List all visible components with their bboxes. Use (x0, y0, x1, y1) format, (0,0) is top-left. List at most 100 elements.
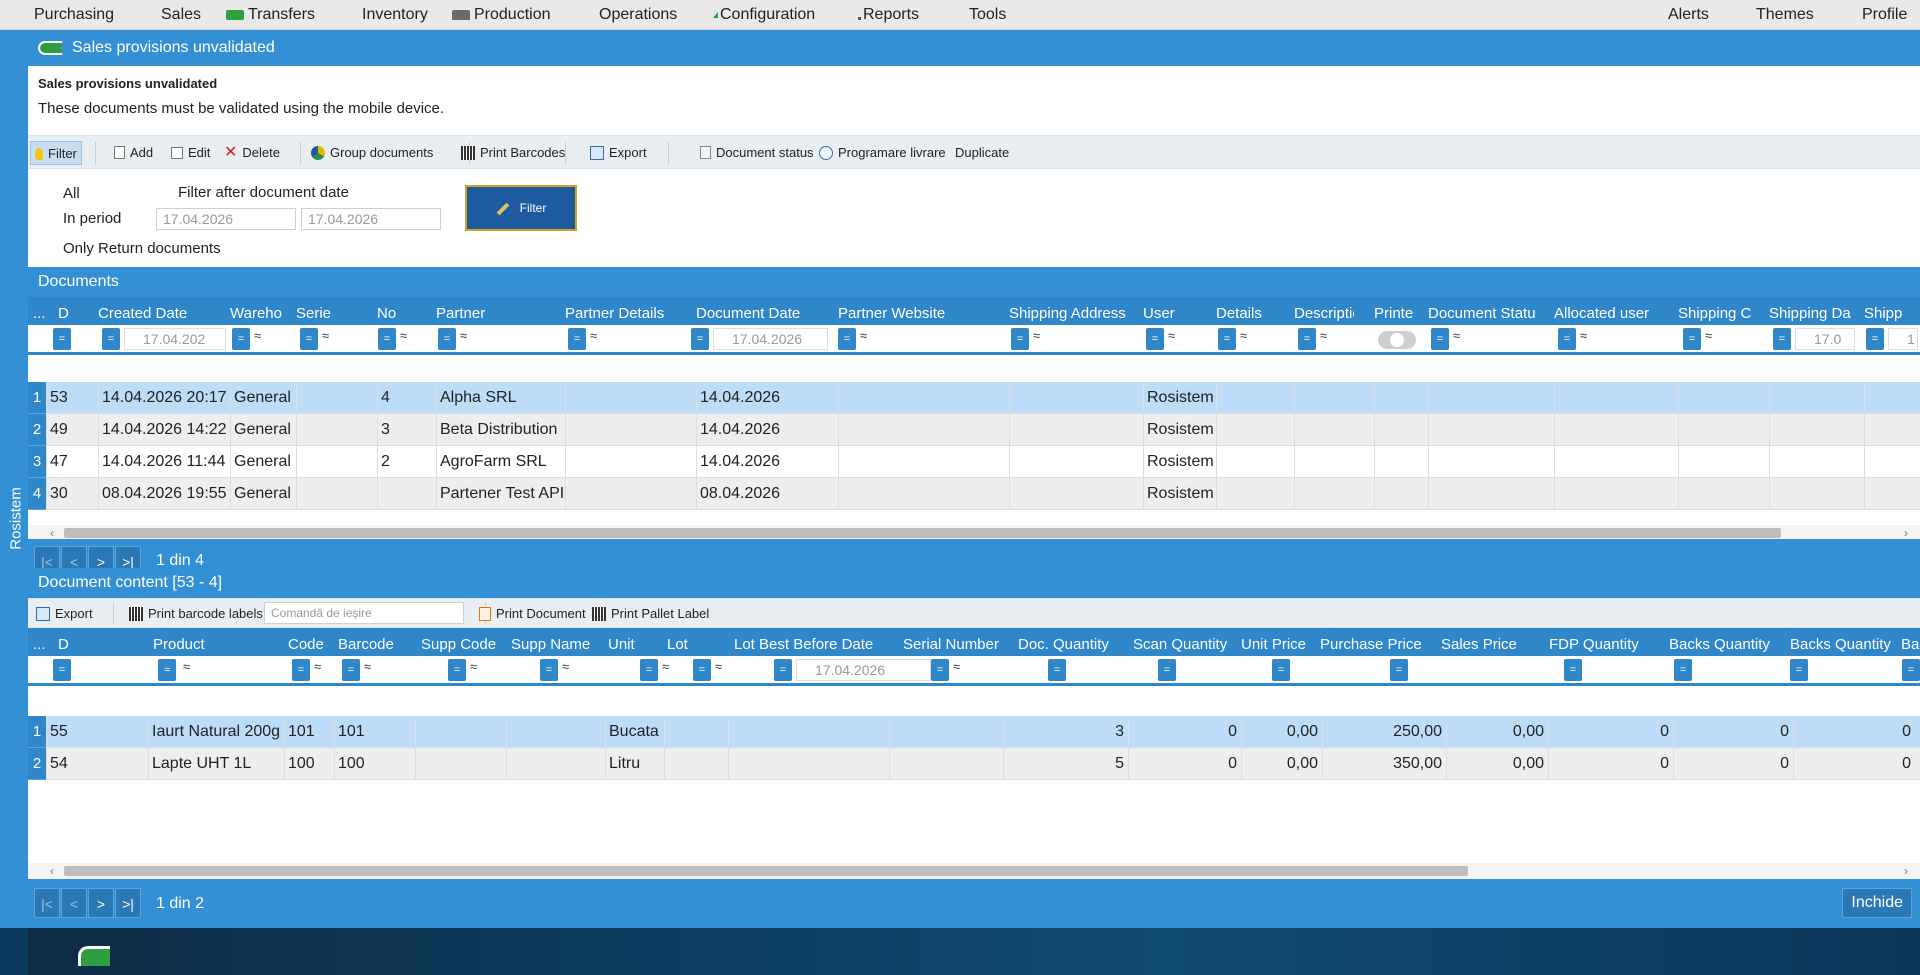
scroll-thumb[interactable] (64, 866, 1468, 876)
filter-like-serie[interactable]: ≈ (322, 328, 329, 343)
cfilter-eq-lot-date[interactable]: = (774, 659, 792, 681)
cfilter-eq-serial[interactable]: = (931, 659, 949, 681)
cfilter-like-serial[interactable]: ≈ (953, 659, 960, 674)
filter-eq-partner[interactable]: = (438, 328, 456, 350)
date-to-input[interactable]: 17.04.2026 (301, 208, 441, 230)
cfilter-lot-date[interactable]: 17.04.2026 (796, 659, 931, 681)
row-number[interactable]: 3 (28, 446, 46, 478)
menu-reports[interactable]: Reports (858, 0, 919, 30)
menu-configuration[interactable]: Configuration (713, 0, 815, 30)
cfilter-eq-backs-1[interactable]: = (1674, 659, 1692, 681)
cfilter-like-supp-name[interactable]: ≈ (562, 659, 569, 674)
ccol-doc-quantity[interactable]: Doc. Quantity (1018, 636, 1128, 653)
filter-eq-shipping-address[interactable]: = (1011, 328, 1029, 350)
cfilter-eq-fdp[interactable]: = (1564, 659, 1582, 681)
ccol-id[interactable]: D (58, 636, 69, 653)
side-tab[interactable]: Rosistem (0, 30, 28, 928)
cfilter-eq-code[interactable]: = (292, 659, 310, 681)
filter-like-details[interactable]: ≈ (1240, 328, 1247, 343)
scroll-left-icon[interactable]: ‹ (50, 863, 54, 879)
menu-tools[interactable]: Tools (969, 0, 1006, 30)
menu-purchasing[interactable]: Purchasing (34, 0, 114, 30)
col-shipping-c[interactable]: Shipping C (1678, 305, 1758, 322)
apply-filter-button[interactable]: Filter (465, 185, 577, 231)
filter-like-partner-details[interactable]: ≈ (590, 328, 597, 343)
ccol-menu[interactable]: ... (33, 636, 46, 653)
cfilter-eq-supp-code[interactable]: = (448, 659, 466, 681)
menu-transfers[interactable]: Transfers (226, 0, 315, 30)
filter-like-allocated-user[interactable]: ≈ (1580, 328, 1587, 343)
table-row[interactable]: 1 53 14.04.2026 20:17 General 4 Alpha SRL 14.0… (28, 382, 1920, 414)
duplicate-button[interactable]: Duplicate (951, 141, 1013, 165)
col-partner-details[interactable]: Partner Details (565, 305, 695, 322)
row-number[interactable]: 1 (28, 716, 46, 748)
filter-like-website[interactable]: ≈ (860, 328, 867, 343)
cfilter-like-product-2[interactable]: ≈ (183, 659, 190, 674)
schedule-delivery-button[interactable]: Programare livrare (815, 141, 950, 165)
cfilter-eq-purchase-price[interactable]: = (1390, 659, 1408, 681)
table-row[interactable]: 1 55 Iaurt Natural 200g 101 101 Bucata 3 0 0,00 2… (28, 716, 1920, 748)
col-shipping-date[interactable]: Shipping Da (1769, 305, 1859, 322)
table-row[interactable]: 2 49 14.04.2026 14:22 General 3 Beta Distribu… (28, 414, 1920, 446)
cfilter-eq-scan-qty[interactable]: = (1158, 659, 1176, 681)
cfilter-eq-unit[interactable]: = (640, 659, 658, 681)
ccol-lot[interactable]: Lot (667, 636, 727, 653)
cfilter-like-barcode[interactable]: ≈ (364, 659, 371, 674)
cfilter-eq-barcode[interactable]: = (342, 659, 360, 681)
content-export-button[interactable]: Export (32, 602, 97, 626)
table-row[interactable]: 2 54 Lapte UHT 1L 100 100 Litru 5 0 0,00 350,00 0,… (28, 748, 1920, 780)
cfilter-eq-lot[interactable]: = (693, 659, 711, 681)
col-document-status[interactable]: Document Statu (1428, 305, 1543, 322)
col-printed[interactable]: Printe (1374, 305, 1419, 322)
filter-eq-status[interactable]: = (1431, 328, 1449, 350)
cfilter-eq-ba[interactable]: = (1902, 659, 1920, 681)
cfilter-like-unit[interactable]: ≈ (662, 659, 669, 674)
group-documents-button[interactable]: Group documents (307, 141, 437, 165)
filter-eq-shipping-c[interactable]: = (1683, 328, 1701, 350)
cfilter-like-lot[interactable]: ≈ (715, 659, 722, 674)
ccol-purchase-price[interactable]: Purchase Price (1320, 636, 1440, 653)
content-last-page-button[interactable]: >| (115, 888, 141, 918)
cfilter-eq-doc-qty[interactable]: = (1048, 659, 1066, 681)
col-user[interactable]: User (1143, 305, 1208, 322)
filter-eq-warehouse[interactable]: = (232, 328, 250, 350)
row-number[interactable]: 2 (28, 414, 46, 446)
ccol-fdp-quantity[interactable]: FDP Quantity (1549, 636, 1659, 653)
filter-eq-id[interactable]: = (53, 328, 71, 350)
table-row[interactable]: 4 30 08.04.2026 19:55 General Partener Test … (28, 478, 1920, 510)
filter-like-description[interactable]: ≈ (1320, 328, 1327, 343)
cfilter-eq-backs-2[interactable]: = (1790, 659, 1808, 681)
filter-like-status[interactable]: ≈ (1453, 328, 1460, 343)
ccol-sales-price[interactable]: Sales Price (1441, 636, 1541, 653)
filter-eq-user[interactable]: = (1146, 328, 1164, 350)
date-from-input[interactable]: 17.04.2026 (156, 208, 296, 230)
content-horizontal-scrollbar[interactable]: ‹ › (28, 863, 1920, 879)
export-button[interactable]: Export (586, 141, 651, 165)
col-serie[interactable]: Serie (296, 305, 346, 322)
cfilter-eq-supp-name[interactable]: = (540, 659, 558, 681)
filter-eq-details[interactable]: = (1218, 328, 1236, 350)
col-shipping-address[interactable]: Shipping Address (1009, 305, 1137, 322)
col-partner-website[interactable]: Partner Website (838, 305, 1008, 322)
menu-inventory[interactable]: Inventory (362, 0, 428, 30)
output-order-input[interactable]: Comandă de ieșire (264, 602, 464, 624)
row-number[interactable]: 2 (28, 748, 46, 780)
filter-eq-shipp[interactable]: = (1866, 328, 1884, 350)
col-allocated-user[interactable]: Allocated user (1554, 305, 1669, 322)
filter-like-user[interactable]: ≈ (1168, 328, 1175, 343)
printed-toggle[interactable] (1378, 331, 1416, 349)
filter-like-shipping-c[interactable]: ≈ (1705, 328, 1712, 343)
filter-like-warehouse[interactable]: ≈ (254, 328, 261, 343)
edit-button[interactable]: Edit (167, 141, 214, 165)
ccol-lot-best-before[interactable]: Lot Best Before Date (734, 636, 884, 653)
ccol-unit[interactable]: Unit (608, 636, 663, 653)
menu-alerts[interactable]: Alerts (1668, 0, 1709, 30)
menu-profile[interactable]: Profile (1862, 0, 1907, 30)
filter-eq-doc-date[interactable]: = (691, 328, 709, 350)
filter-shipp[interactable]: 1 (1888, 328, 1918, 350)
col-partner[interactable]: Partner (436, 305, 551, 322)
content-first-page-button[interactable]: |< (34, 888, 60, 918)
filter-eq-partner-details[interactable]: = (568, 328, 586, 350)
col-menu[interactable]: ... (33, 305, 46, 322)
col-description[interactable]: Descriptio (1294, 305, 1354, 322)
